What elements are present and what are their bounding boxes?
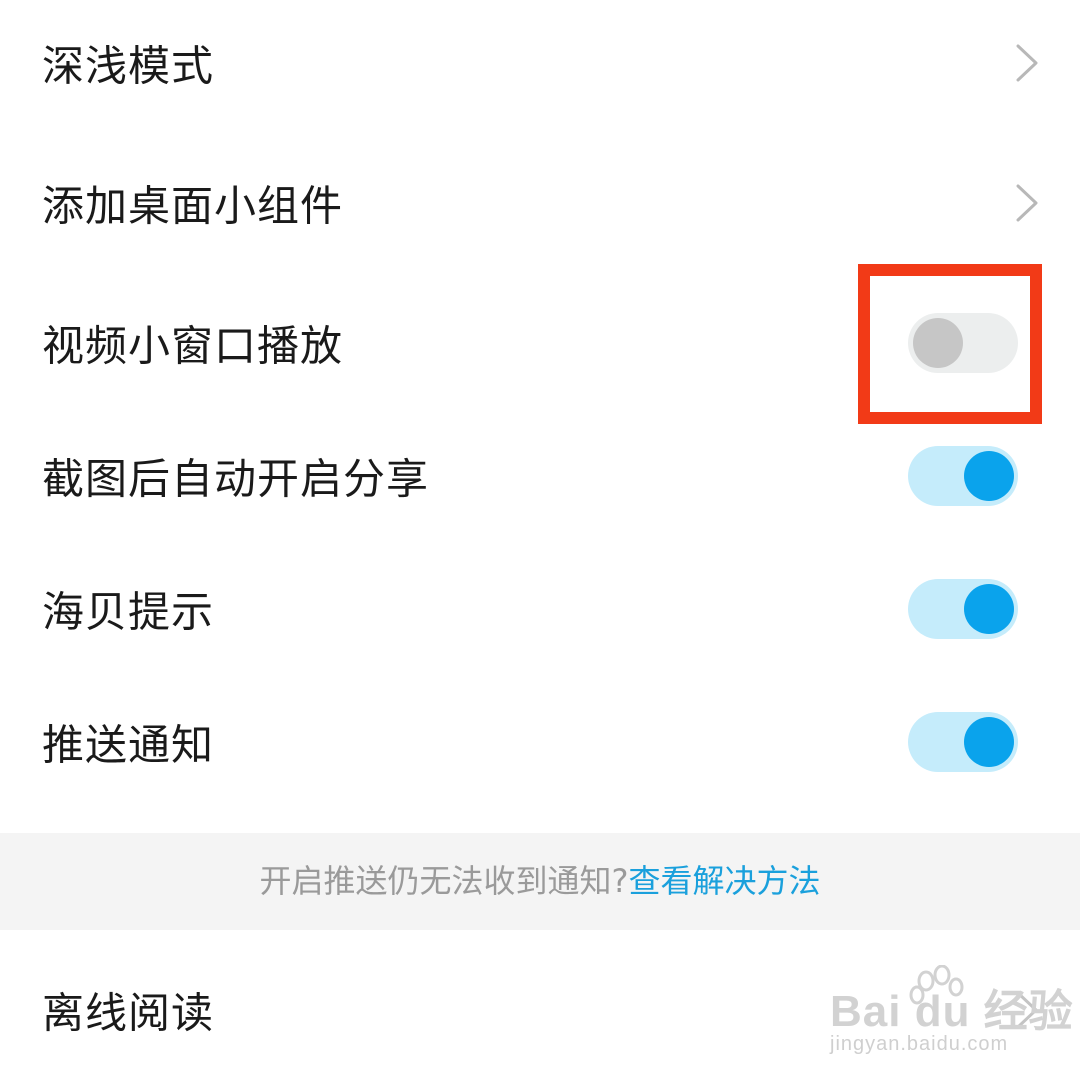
watermark-url: jingyan.baidu.com xyxy=(830,1033,1009,1055)
push-help-text: 开启推送仍无法收到通知? xyxy=(259,862,629,900)
toggle-knob xyxy=(964,584,1014,634)
push-notification-toggle[interactable] xyxy=(908,712,1018,772)
watermark-logo-text: Bai du 经验 xyxy=(830,987,1074,1036)
settings-item-label: 深浅模式 xyxy=(42,41,215,91)
settings-item-label: 离线阅读 xyxy=(42,988,215,1038)
push-help-link[interactable]: 查看解决方法 xyxy=(628,862,820,900)
settings-item-label: 截图后自动开启分享 xyxy=(42,454,430,504)
haibei-tips-toggle[interactable] xyxy=(908,579,1018,639)
screenshot-share-toggle[interactable] xyxy=(908,446,1018,506)
baidu-jingyan-watermark: Bai du 经验 jingyan.baidu.com xyxy=(830,964,1073,1065)
settings-item-haibei-tips: 海贝提示 xyxy=(0,549,1080,669)
highlight-annotation-box xyxy=(858,264,1042,424)
settings-item-label: 推送通知 xyxy=(42,720,215,770)
settings-screen: 深浅模式 添加桌面小组件 视频小窗口播放 截图后自动开启分享 海贝提示 推送通知 xyxy=(0,0,1080,1080)
settings-item-add-widget[interactable]: 添加桌面小组件 xyxy=(0,143,1080,263)
toggle-knob xyxy=(964,717,1014,767)
settings-item-label: 视频小窗口播放 xyxy=(42,321,344,371)
settings-item-push-notification: 推送通知 xyxy=(0,682,1080,802)
toggle-knob xyxy=(964,451,1014,501)
chevron-right-icon xyxy=(1012,43,1042,83)
chevron-right-icon xyxy=(1012,183,1042,223)
push-help-notice: 开启推送仍无法收到通知?查看解决方法 xyxy=(0,833,1080,930)
settings-item-label: 海贝提示 xyxy=(42,587,215,637)
settings-item-label: 添加桌面小组件 xyxy=(42,181,344,231)
settings-item-screenshot-share: 截图后自动开启分享 xyxy=(0,416,1080,536)
settings-item-theme-mode[interactable]: 深浅模式 xyxy=(0,3,1080,123)
